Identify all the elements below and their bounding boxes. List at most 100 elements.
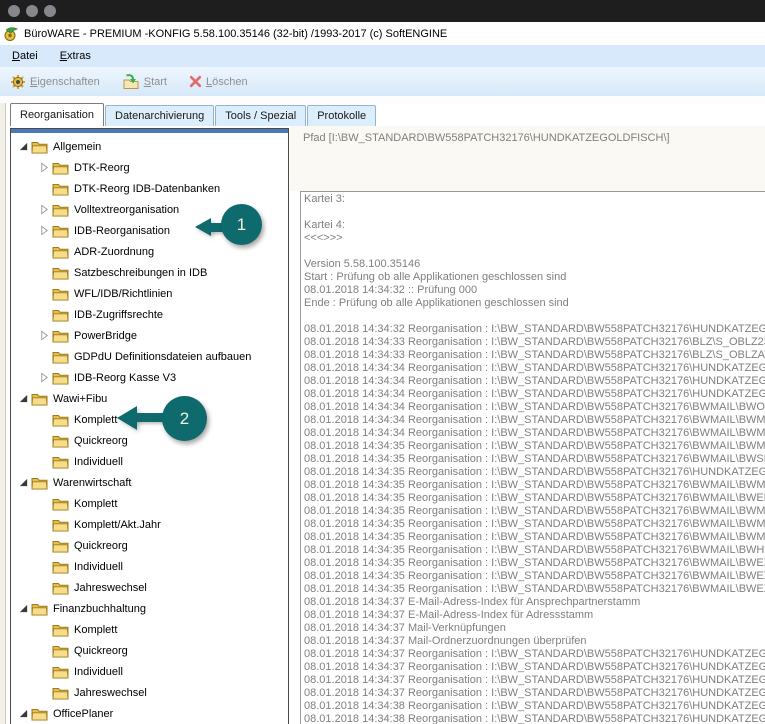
expand-toggle-icon[interactable] bbox=[39, 330, 52, 341]
tree-item[interactable]: Individuell bbox=[11, 661, 288, 682]
collapse-toggle-icon[interactable] bbox=[18, 708, 31, 719]
tree-item-label[interactable]: OfficePlaner bbox=[53, 708, 113, 720]
window-control-dot[interactable] bbox=[44, 5, 56, 17]
eigenschaften-button[interactable]: Eigenschaften bbox=[6, 72, 104, 92]
toggle-spacer bbox=[39, 561, 52, 572]
tree-item-label[interactable]: Komplett bbox=[74, 414, 117, 426]
log-line: 08.01.2018 14:34:35 Reorganisation : I:\… bbox=[304, 505, 765, 518]
window-control-dot[interactable] bbox=[8, 5, 20, 17]
log-line: 08.01.2018 14:34:37 Reorganisation : I:\… bbox=[304, 687, 765, 700]
protocol-log-box[interactable]: Kartei 3: Kartei 4:<<<>>> Version 5.58.1… bbox=[300, 191, 765, 724]
tree-item[interactable]: Quickreorg bbox=[11, 640, 288, 661]
log-line: 08.01.2018 14:34:35 Reorganisation : I:\… bbox=[304, 518, 765, 531]
log-line: 08.01.2018 14:34:37 Reorganisation : I:\… bbox=[304, 674, 765, 687]
tree-item[interactable]: OfficePlaner bbox=[11, 703, 288, 724]
folder-icon bbox=[52, 539, 69, 553]
expand-toggle-icon[interactable] bbox=[39, 162, 52, 173]
folder-icon bbox=[31, 602, 48, 616]
tree-item-label[interactable]: ADR-Zuordnung bbox=[74, 246, 154, 258]
tree-item-label[interactable]: Volltextreorganisation bbox=[74, 204, 179, 216]
tab-tools-spezial[interactable]: Tools / Spezial bbox=[215, 105, 306, 126]
tree-item-label[interactable]: DTK-Reorg bbox=[74, 162, 130, 174]
tree-item[interactable]: Quickreorg bbox=[11, 430, 288, 451]
tree-item-label[interactable]: Finanzbuchhaltung bbox=[53, 603, 146, 615]
log-line: 08.01.2018 14:34:37 E-Mail-Adress-Index … bbox=[304, 609, 765, 622]
folder-icon bbox=[52, 518, 69, 532]
tree-item[interactable]: DTK-Reorg IDB-Datenbanken bbox=[11, 178, 288, 199]
tree-item[interactable]: Warenwirtschaft bbox=[11, 472, 288, 493]
tree-item[interactable]: Jahreswechsel bbox=[11, 682, 288, 703]
tree-item[interactable]: WFL/IDB/Richtlinien bbox=[11, 283, 288, 304]
tree-item-label[interactable]: Allgemein bbox=[53, 141, 101, 153]
expand-toggle-icon[interactable] bbox=[39, 225, 52, 236]
tree-item-label[interactable]: IDB-Reorganisation bbox=[74, 225, 170, 237]
log-line: 08.01.2018 14:34:37 E-Mail-Adress-Index … bbox=[304, 596, 765, 609]
tree-item[interactable]: DTK-Reorg bbox=[11, 157, 288, 178]
tree-item-label[interactable]: WFL/IDB/Richtlinien bbox=[74, 288, 172, 300]
folder-icon bbox=[52, 245, 69, 259]
tree-item-label[interactable]: Jahreswechsel bbox=[74, 582, 147, 594]
expand-toggle-icon[interactable] bbox=[39, 372, 52, 383]
tree-item-label[interactable]: Satzbeschreibungen in IDB bbox=[74, 267, 207, 279]
tree-item[interactable]: Jahreswechsel bbox=[11, 577, 288, 598]
log-line: 08.01.2018 14:34:35 Reorganisation : I:\… bbox=[304, 479, 765, 492]
log-line: Kartei 3: bbox=[304, 193, 765, 206]
expand-toggle-icon[interactable] bbox=[39, 204, 52, 215]
tree-item-label[interactable]: Komplett bbox=[74, 624, 117, 636]
tree-item[interactable]: Komplett bbox=[11, 619, 288, 640]
tree-item-label[interactable]: DTK-Reorg IDB-Datenbanken bbox=[74, 183, 220, 195]
collapse-toggle-icon[interactable] bbox=[18, 393, 31, 404]
tree-item-label[interactable]: IDB-Reorg Kasse V3 bbox=[74, 372, 176, 384]
tree-item-label[interactable]: Komplett bbox=[74, 498, 117, 510]
collapse-toggle-icon[interactable] bbox=[18, 603, 31, 614]
tree-item[interactable]: IDB-Zugriffsrechte bbox=[11, 304, 288, 325]
collapse-toggle-icon[interactable] bbox=[18, 141, 31, 152]
tree-item[interactable]: GDPdU Definitionsdateien aufbauen bbox=[11, 346, 288, 367]
menu-item-datei[interactable]: Datei bbox=[2, 47, 48, 65]
tree-item[interactable]: Allgemein bbox=[11, 136, 288, 157]
tree-item-label[interactable]: Jahreswechsel bbox=[74, 687, 147, 699]
tree-item[interactable]: Komplett/Akt.Jahr bbox=[11, 514, 288, 535]
tree-item-label[interactable]: Quickreorg bbox=[74, 645, 128, 657]
log-line: 08.01.2018 14:34:35 Reorganisation : I:\… bbox=[304, 453, 765, 466]
tree-item-label[interactable]: Individuell bbox=[74, 561, 123, 573]
toggle-spacer bbox=[39, 687, 52, 698]
tree-item[interactable]: Quickreorg bbox=[11, 535, 288, 556]
toggle-spacer bbox=[39, 267, 52, 278]
folder-icon bbox=[52, 413, 69, 427]
tree-item[interactable]: Wawi+Fibu bbox=[11, 388, 288, 409]
tree-item-label[interactable]: PowerBridge bbox=[74, 330, 137, 342]
tree-item[interactable]: IDB-Reorg Kasse V3 bbox=[11, 367, 288, 388]
tree-item[interactable]: Individuell bbox=[11, 451, 288, 472]
start-button[interactable]: Start bbox=[118, 72, 171, 92]
loeschen-button[interactable]: Löschen bbox=[185, 73, 252, 90]
tree-item[interactable]: PowerBridge bbox=[11, 325, 288, 346]
tab-datenarchivierung[interactable]: Datenarchivierung bbox=[105, 105, 214, 126]
tab-reorganisation[interactable]: Reorganisation bbox=[10, 103, 104, 126]
tree-item-label[interactable]: Individuell bbox=[74, 666, 123, 678]
folder-icon bbox=[52, 266, 69, 280]
tab-protokolle[interactable]: Protokolle bbox=[307, 105, 376, 126]
toggle-spacer bbox=[39, 246, 52, 257]
tree-item[interactable]: Satzbeschreibungen in IDB bbox=[11, 262, 288, 283]
tree-item-label[interactable]: Wawi+Fibu bbox=[53, 393, 107, 405]
tree-item-label[interactable]: Quickreorg bbox=[74, 435, 128, 447]
folder-icon bbox=[52, 560, 69, 574]
collapse-toggle-icon[interactable] bbox=[18, 477, 31, 488]
tree-item[interactable]: Finanzbuchhaltung bbox=[11, 598, 288, 619]
tree-item-label[interactable]: IDB-Zugriffsrechte bbox=[74, 309, 163, 321]
log-line: 08.01.2018 14:34:32 :: Prüfung 000 bbox=[304, 284, 765, 297]
tree-item-label[interactable]: GDPdU Definitionsdateien aufbauen bbox=[74, 351, 251, 363]
tree-item[interactable]: Komplett bbox=[11, 493, 288, 514]
log-line: <<<>>> bbox=[304, 232, 765, 245]
tree-item-label[interactable]: Quickreorg bbox=[74, 540, 128, 552]
log-line: Version 5.58.100.35146 bbox=[304, 258, 765, 271]
tree-item-label[interactable]: Komplett/Akt.Jahr bbox=[74, 519, 161, 531]
tree-item[interactable]: Individuell bbox=[11, 556, 288, 577]
window-control-dot[interactable] bbox=[26, 5, 38, 17]
folder-icon bbox=[52, 182, 69, 196]
tree-item-label[interactable]: Individuell bbox=[74, 456, 123, 468]
menu-item-extras[interactable]: Extras bbox=[50, 47, 101, 65]
window-frame-strip bbox=[0, 0, 765, 22]
tree-item-label[interactable]: Warenwirtschaft bbox=[53, 477, 131, 489]
